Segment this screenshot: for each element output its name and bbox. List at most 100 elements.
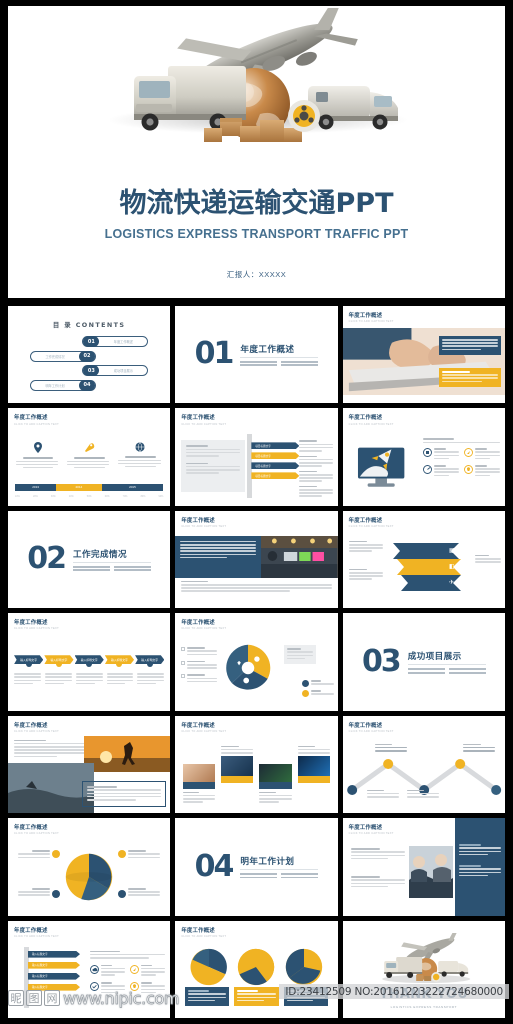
signpost-arrow: 输入标题文字	[28, 950, 80, 958]
slide-thumbnail-timeline[interactable]: 年度工作概述 CLICK TO ADD CAPTION TEXT 2013 20…	[8, 408, 171, 506]
section-bullets	[73, 566, 152, 572]
feature-item	[463, 448, 500, 461]
signpost-arrow: 项目标题文字	[251, 472, 300, 480]
svg-text:▦: ▦	[449, 547, 455, 554]
slide-header-title: 年度工作概述	[181, 415, 215, 422]
legend-dot	[52, 850, 60, 859]
slide-thumbnail-donut-chart[interactable]: 年度工作概述 CLICK TO ADD CAPTION TEXT	[175, 613, 338, 711]
signpost-arrow: 项目标题文字	[251, 442, 300, 450]
slide-header-title: 年度工作概述	[348, 825, 383, 832]
slide-thumbnail-ribbon-banner[interactable]: 年度工作概述 CLICK TO ADD CAPTION TEXT ▦ ◧ ✈	[342, 510, 505, 609]
slide-thumbnail-section-01[interactable]: 01 年度工作概述	[175, 306, 338, 404]
slide-thumbnail-signpost-list[interactable]: 年度工作概述 CLICK TO ADD CAPTION TEXT 项目标题文字 …	[175, 408, 338, 506]
slide-thumbnail-chevron-process[interactable]: 年度工作概述 CLICK TO ADD CAPTION TEXT 输入标题文字 …	[8, 613, 171, 711]
timeline-item	[118, 442, 162, 468]
award-icon	[422, 448, 432, 458]
slide-header-subtitle: CLICK TO ADD CAPTION TEXT	[181, 729, 227, 733]
pie-caption	[234, 987, 279, 1006]
slide-thumbnail-office-photo[interactable]: 年度工作概述 CLICK TO ADD CAPTION TEXT	[175, 510, 338, 609]
card[interactable]	[221, 745, 254, 783]
slide-thumbnail-monitor-rocket[interactable]: 年度工作概述 CLICK TO ADD CAPTION TEXT	[342, 408, 505, 506]
list-item[interactable]: 01 年度工作概述	[30, 336, 152, 347]
hero-slide: 物流快递运输交通PPT LOGISTICS EXPRESS TRANSPORT …	[8, 6, 505, 298]
slide-thumbnail-pie-wedge[interactable]: 年度工作概述 CLICK TO ADD CAPTION TEXT	[8, 818, 171, 916]
slide-header-subtitle: CLICK TO ADD CAPTION TEXT	[14, 729, 59, 733]
feature-item	[463, 464, 500, 478]
slide-header-title: 年度工作概述	[14, 722, 48, 729]
slide-thumbnail-image-cards[interactable]: 年度工作概述 CLICK TO ADD CAPTION TEXT	[175, 715, 338, 814]
timeline-ticks: 10% 20% 30% 40% 50% 60% 70% 80% 90%	[15, 495, 163, 498]
toc-number: 03	[83, 365, 100, 376]
slide-header-subtitle: CLICK TO ADD CAPTION TEXT	[14, 422, 59, 426]
pie-wedge-chart	[65, 853, 113, 901]
pie-caption	[185, 987, 230, 1006]
logistics-transport-photo	[8, 6, 505, 188]
slide-header-title: 年度工作概述	[14, 620, 48, 627]
rocky-shore-photo	[8, 763, 94, 814]
tick-label: 10%	[15, 494, 20, 498]
slide-thumbnail-section-02[interactable]: 02 工作完成情况	[8, 510, 171, 609]
tick-label: 30%	[50, 494, 56, 498]
slide-thumbnail-keyboard-photo[interactable]: 年度工作概述 CLICK TO ADD CAPTION TEXT	[342, 306, 505, 404]
slide-thumbnail-photo-collage[interactable]: 年度工作概述 CLICK TO ADD CAPTION TEXT	[8, 715, 171, 814]
toc-label: 工作完成情况	[45, 354, 65, 359]
office-photo	[261, 535, 338, 578]
slide-header-title: 年度工作概述	[348, 415, 383, 422]
card[interactable]	[183, 746, 216, 805]
slide-header: 年度工作概述 CLICK TO ADD CAPTION TEXT	[181, 618, 226, 630]
slide-header-title: 年度工作概述	[14, 927, 48, 934]
step-dot	[146, 661, 153, 668]
toc-number: 02	[79, 350, 95, 362]
slide-header: 年度工作概述 CLICK TO ADD CAPTION TEXT	[349, 413, 394, 425]
hero-subtitle: LOGISTICS EXPRESS TRANSPORT TRAFFIC PPT	[104, 227, 409, 241]
card[interactable]	[259, 746, 292, 805]
section-number: 04	[194, 848, 235, 884]
list-item[interactable]: 02 工作完成情况	[30, 350, 152, 362]
slide-header-subtitle: CLICK TO ADD CAPTION TEXT	[348, 525, 394, 529]
feature-item	[130, 982, 166, 995]
slide-header: 年度工作概述 CLICK TO ADD CAPTION TEXT	[14, 618, 59, 630]
timeline-year: 2014	[56, 483, 102, 491]
timeline-year: 2013	[15, 483, 57, 491]
tick-label: 20%	[32, 494, 38, 498]
slide-thumbnail-three-pies[interactable]: 年度工作概述 CLICK TO ADD CAPTION TEXT	[175, 920, 338, 1018]
signpost-arrow: 输入标题文字	[28, 972, 80, 980]
slide-thumbnail-contents[interactable]: 目 录 CONTENTS 01 年度工作概述 02 工作完成情况 03 成功项目…	[8, 306, 171, 404]
slide-thumbnail-section-04[interactable]: 04 明年工作计划	[175, 818, 338, 916]
slide-header-subtitle: CLICK TO ADD CAPTION TEXT	[348, 320, 394, 324]
cloud-icon	[90, 964, 99, 974]
blue-text-panel	[438, 336, 501, 355]
globe-icon	[135, 442, 145, 453]
rocket-icon	[84, 443, 94, 453]
timeline-item	[16, 442, 60, 469]
slide-header-title: 年度工作概述	[14, 825, 48, 832]
thank-you-subtitle: LOGISTICS EXPRESS TRANSPORT	[390, 1005, 458, 1009]
bordered-text-box	[82, 781, 167, 808]
tick-label: 40%	[68, 494, 74, 498]
section-number: 01	[194, 336, 235, 372]
slide-thumbnail-zigzag-timeline[interactable]: 年度工作概述 CLICK TO ADD CAPTION TEXT	[342, 715, 505, 814]
tick-label: 50%	[86, 494, 92, 498]
logistics-transport-photo	[381, 932, 470, 983]
slide-thumbnail-team-photo[interactable]: 年度工作概述 CLICK TO ADD CAPTION TEXT	[342, 818, 505, 916]
signpost-arrow: 输入标题文字	[28, 961, 80, 969]
slide-thumbnail-section-03[interactable]: 03 成功项目展示	[342, 613, 505, 711]
list-item[interactable]: 03 成功项目展示	[30, 365, 152, 376]
slide-header-title: 年度工作概述	[181, 517, 215, 524]
beach-runner-photo	[84, 735, 171, 772]
contents-heading: 目 录 CONTENTS	[52, 321, 126, 329]
slide-thumbnail-thank-you[interactable]: THANK YOU LOGISTICS EXPRESS TRANSPORT	[342, 920, 505, 1018]
section-number: 02	[27, 541, 67, 577]
card[interactable]	[297, 745, 330, 783]
hero-title: 物流快递运输交通PPT	[119, 188, 394, 219]
slide-header: 年度工作概述 CLICK TO ADD CAPTION TEXT	[14, 721, 59, 733]
slide-header: 年度工作概述 CLICK TO ADD CAPTION TEXT	[349, 721, 394, 733]
slide-header: 年度工作概述 CLICK TO ADD CAPTION TEXT	[349, 516, 394, 528]
donut-chart	[226, 645, 271, 690]
slide-thumbnail-signpost-icons[interactable]: 年度工作概述 CLICK TO ADD CAPTION TEXT 输入标题文字 …	[8, 920, 171, 1018]
toc-label: 年度工作概述	[113, 340, 133, 344]
timeline-year: 2015	[101, 483, 164, 491]
section-title: 明年工作计划	[240, 855, 319, 871]
check-circle-icon	[90, 982, 99, 992]
list-item[interactable]: 04 明年工作计划	[30, 379, 152, 391]
